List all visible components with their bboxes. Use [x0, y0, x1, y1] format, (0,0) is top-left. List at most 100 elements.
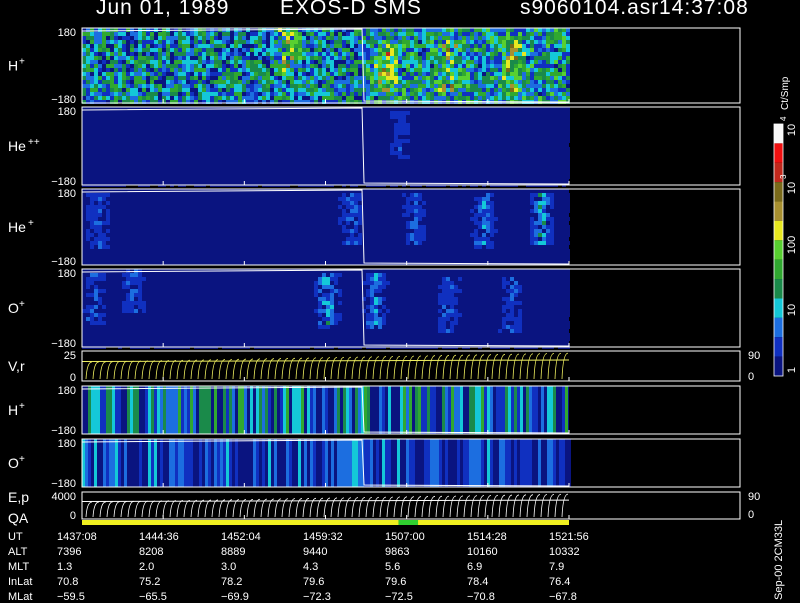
- heat-cell: [434, 151, 438, 155]
- heat-cell: [290, 52, 294, 56]
- heat-cell: [198, 72, 202, 76]
- heat-cell: [310, 167, 314, 171]
- heat-cell: [430, 123, 434, 127]
- heat-cell: [122, 155, 126, 159]
- heat-cell: [186, 40, 190, 44]
- heat-cell: [526, 147, 530, 151]
- heat-cell: [450, 143, 454, 147]
- heat-cell: [134, 237, 138, 241]
- heat-cell: [242, 175, 246, 179]
- heat-cell: [238, 175, 242, 179]
- heat-cell: [450, 115, 454, 119]
- heat-cell: [174, 72, 178, 76]
- heat-cell: [110, 225, 114, 229]
- heat-cell: [226, 119, 230, 123]
- heat-cell: [90, 193, 94, 197]
- heat-cell: [370, 64, 374, 68]
- heat-cell: [474, 115, 478, 119]
- heat-cell: [290, 56, 294, 60]
- heat-cell: [86, 213, 90, 217]
- heat-cell: [110, 237, 114, 241]
- heat-cell: [150, 197, 154, 201]
- heat-cell: [106, 159, 110, 163]
- heat-cell: [366, 171, 370, 175]
- heat-cell: [338, 96, 342, 100]
- heat-cell: [450, 56, 454, 60]
- heat-cell: [534, 171, 538, 175]
- heat-cell: [294, 139, 298, 143]
- heat-cell: [210, 131, 214, 135]
- heat-cell: [326, 107, 330, 111]
- heat-cell: [274, 44, 278, 48]
- heat-cell: [118, 147, 122, 151]
- heat-cell: [198, 147, 202, 151]
- heat-cell: [154, 119, 158, 123]
- heat-cell: [542, 36, 546, 40]
- heat-cell: [138, 193, 142, 197]
- heat-cell: [558, 155, 562, 159]
- heat-cell: [178, 197, 182, 201]
- heat-cell: [542, 171, 546, 175]
- heat-cell: [546, 123, 550, 127]
- heat-cell: [330, 167, 334, 171]
- heat-cell: [414, 107, 418, 111]
- heat-cell: [374, 175, 378, 179]
- heat-cell: [418, 36, 422, 40]
- heat-cell: [230, 237, 234, 241]
- heat-cell: [410, 159, 414, 163]
- heat-cell: [346, 68, 350, 72]
- heat-cell: [506, 56, 510, 60]
- heat-cell: [550, 52, 554, 56]
- heat-cell: [234, 36, 238, 40]
- heat-cell: [98, 111, 102, 115]
- heat-cell: [566, 123, 570, 127]
- heat-cell: [118, 151, 122, 155]
- heat-cell: [214, 36, 218, 40]
- heat-cell: [258, 155, 262, 159]
- heat-cell: [414, 155, 418, 159]
- heat-cell: [86, 249, 90, 253]
- heat-cell: [130, 237, 134, 241]
- heat-cell: [410, 179, 414, 183]
- heat-cell: [194, 56, 198, 60]
- heat-cell: [266, 213, 270, 217]
- heat-cell: [318, 28, 322, 32]
- heat-cell: [334, 151, 338, 155]
- heat-cell: [494, 44, 498, 48]
- heat-cell: [262, 193, 266, 197]
- heat-cell: [286, 257, 290, 261]
- heat-cell: [314, 143, 318, 147]
- heat-cell: [310, 131, 314, 135]
- heat-cell: [386, 36, 390, 40]
- heat-cell: [438, 84, 442, 88]
- heat-cell: [198, 44, 202, 48]
- heat-cell: [150, 84, 154, 88]
- heat-cell: [290, 143, 294, 147]
- heat-cell: [378, 163, 382, 167]
- heat-cell: [358, 111, 362, 115]
- heat-cell: [162, 205, 166, 209]
- heat-cell: [286, 237, 290, 241]
- heat-cell: [94, 261, 98, 265]
- heat-cell: [390, 52, 394, 56]
- heat-cell: [234, 88, 238, 92]
- heat-cell: [318, 56, 322, 60]
- heat-cell: [446, 119, 450, 123]
- heat-cell: [82, 253, 86, 257]
- heat-cell: [322, 167, 326, 171]
- heat-cell: [350, 76, 354, 80]
- heat-cell: [190, 155, 194, 159]
- panel-1: 180−180He++: [8, 106, 740, 188]
- heat-cell: [346, 167, 350, 171]
- heat-cell: [286, 163, 290, 167]
- heat-cell: [334, 139, 338, 143]
- heat-cell: [170, 139, 174, 143]
- heat-cell: [402, 127, 406, 131]
- heat-cell: [190, 249, 194, 253]
- heat-cell: [222, 253, 226, 257]
- heat-cell: [230, 60, 234, 64]
- heat-cell: [198, 225, 202, 229]
- heat-cell: [430, 135, 434, 139]
- heat-cell: [458, 147, 462, 151]
- heat-cell: [454, 179, 458, 183]
